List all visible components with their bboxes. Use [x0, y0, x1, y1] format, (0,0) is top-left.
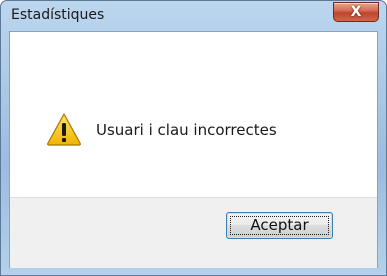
title-bar[interactable]: Estadístiques X — [1, 1, 386, 31]
dialog-window: Estadístiques X Usuari i clau incorrecte… — [0, 0, 387, 276]
close-icon: X — [350, 4, 362, 20]
close-button[interactable]: X — [333, 2, 379, 22]
warning-icon — [47, 113, 81, 146]
dialog-client-area: Usuari i clau incorrectes Aceptar — [9, 31, 378, 268]
window-title: Estadístiques — [11, 7, 105, 23]
accept-button[interactable]: Aceptar — [226, 212, 333, 239]
message-area: Usuari i clau incorrectes — [10, 32, 377, 197]
error-message: Usuari i clau incorrectes — [96, 121, 277, 139]
accept-button-label: Aceptar — [250, 216, 309, 234]
